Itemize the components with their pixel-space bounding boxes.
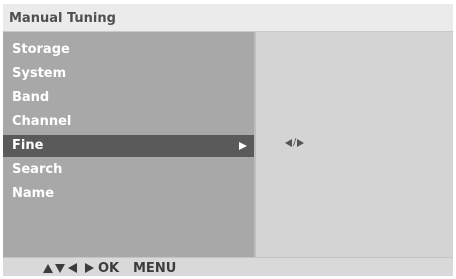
menu-item-label: Name: [12, 186, 55, 201]
tv-osd-screen: Manual Tuning Storage System Band Channe…: [3, 4, 453, 276]
arrow-right-icon: [297, 139, 305, 147]
left-right-indicator: /: [285, 137, 305, 149]
menu-item-label: Storage: [12, 42, 70, 57]
menu-item-label: Search: [12, 162, 63, 177]
menu-item-name[interactable]: Name: [3, 183, 254, 205]
menu-item-storage[interactable]: Storage: [3, 39, 254, 61]
menu-hint: MENU: [133, 261, 177, 276]
menu-item-system[interactable]: System: [3, 63, 254, 85]
menu-item-channel[interactable]: Channel: [3, 111, 254, 133]
indicator-separator: /: [293, 137, 297, 148]
arrow-left-icon: [68, 263, 77, 273]
menu-item-search[interactable]: Search: [3, 159, 254, 181]
arrow-right-icon: [85, 263, 94, 273]
menu-item-label: Channel: [12, 114, 72, 129]
page-title: Manual Tuning: [9, 11, 116, 26]
menu-item-label: System: [12, 66, 67, 81]
nav-icons: [43, 263, 94, 273]
menu-item-label: Fine: [12, 138, 44, 153]
arrow-right-icon: [239, 142, 247, 150]
arrow-down-icon: [55, 263, 65, 273]
footer-help-bar: OK MENU: [3, 257, 453, 276]
menu-item-fine[interactable]: Fine: [3, 135, 254, 157]
arrow-left-icon: [285, 139, 292, 147]
title-bar: Manual Tuning: [3, 4, 453, 32]
menu-item-label: Band: [12, 90, 50, 105]
arrow-up-icon: [43, 263, 53, 273]
menu-panel: Storage System Band Channel Fine Search …: [3, 32, 254, 257]
ok-hint: OK: [98, 261, 120, 276]
menu-item-band[interactable]: Band: [3, 87, 254, 109]
